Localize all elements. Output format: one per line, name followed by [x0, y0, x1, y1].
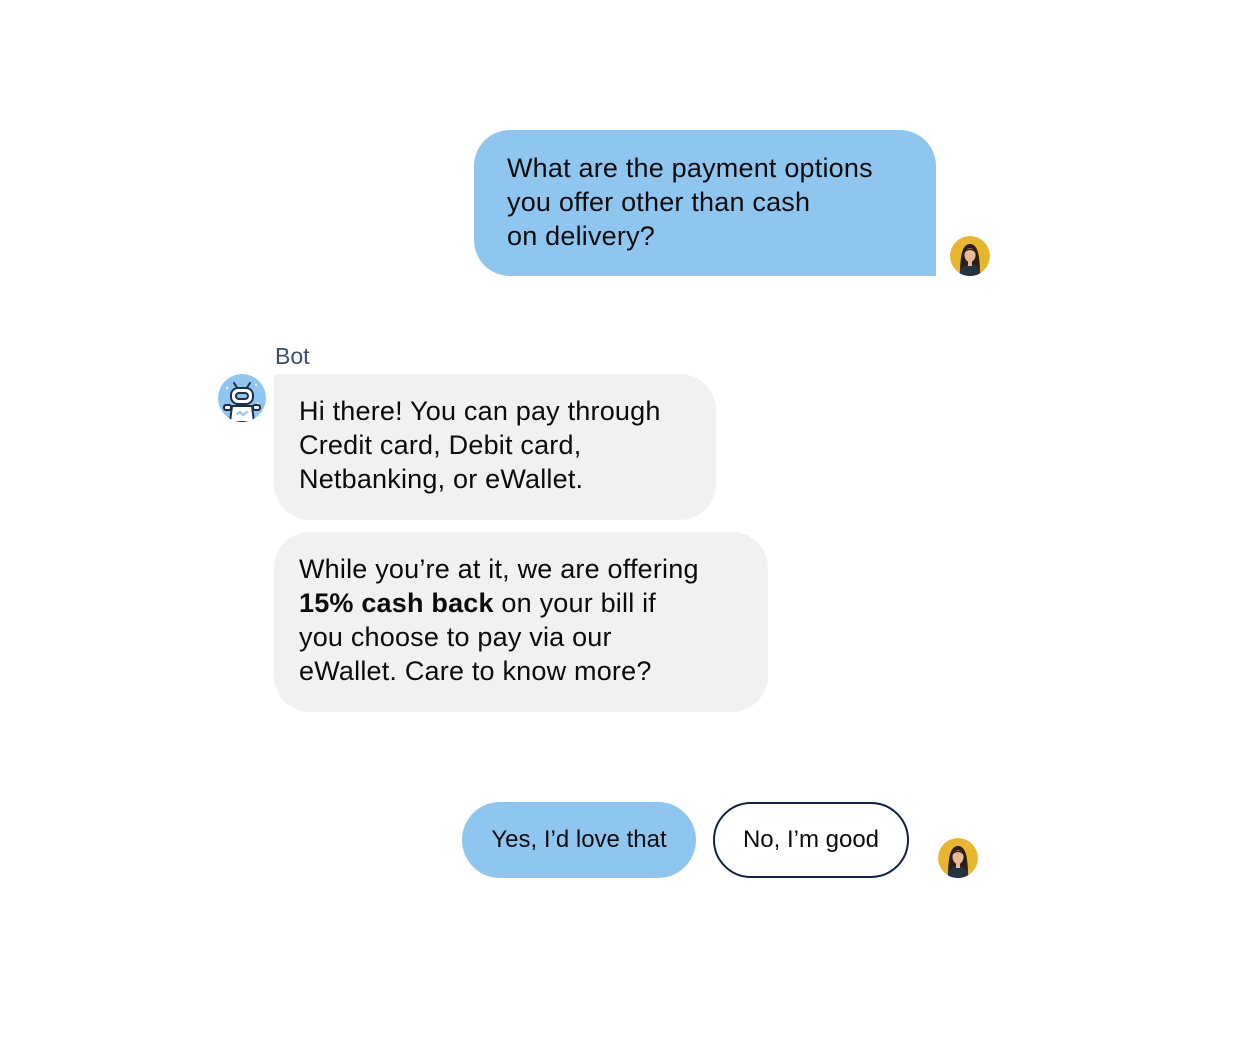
message-text-line: on delivery? [507, 221, 655, 251]
message-text-line: What are the payment options [507, 153, 873, 183]
bot-message-bubble: Hi there! You can pay through Credit car… [274, 374, 716, 520]
quick-reply-no-button[interactable]: No, I’m good [713, 802, 909, 878]
quick-reply-yes-button[interactable]: Yes, I’d love that [462, 802, 696, 878]
message-text-line: Netbanking, or eWallet. [299, 464, 584, 494]
message-text-line: While you’re at it, we are offering [299, 554, 699, 584]
message-text-line: Credit card, Debit card, [299, 430, 582, 460]
cashback-highlight: 15% cash back [299, 588, 494, 618]
message-text-line: you offer other than cash [507, 187, 811, 217]
message-text-fragment: on your bill if [493, 588, 657, 618]
bot-offer-message-bubble: While you’re at it, we are offering 15% … [274, 532, 768, 712]
user-avatar-icon [938, 838, 978, 878]
message-text-line: 15% cash back on your bill if [299, 586, 744, 620]
robot-icon [218, 374, 266, 422]
message-text-line: you choose to pay via our [299, 622, 612, 652]
sender-label: Bot [275, 343, 310, 369]
message-text-line: eWallet. Care to know more? [299, 656, 652, 686]
message-text-line: Hi there! You can pay through [299, 396, 661, 426]
user-avatar-icon [950, 236, 990, 276]
user-message-bubble: What are the payment options you offer o… [474, 130, 936, 276]
